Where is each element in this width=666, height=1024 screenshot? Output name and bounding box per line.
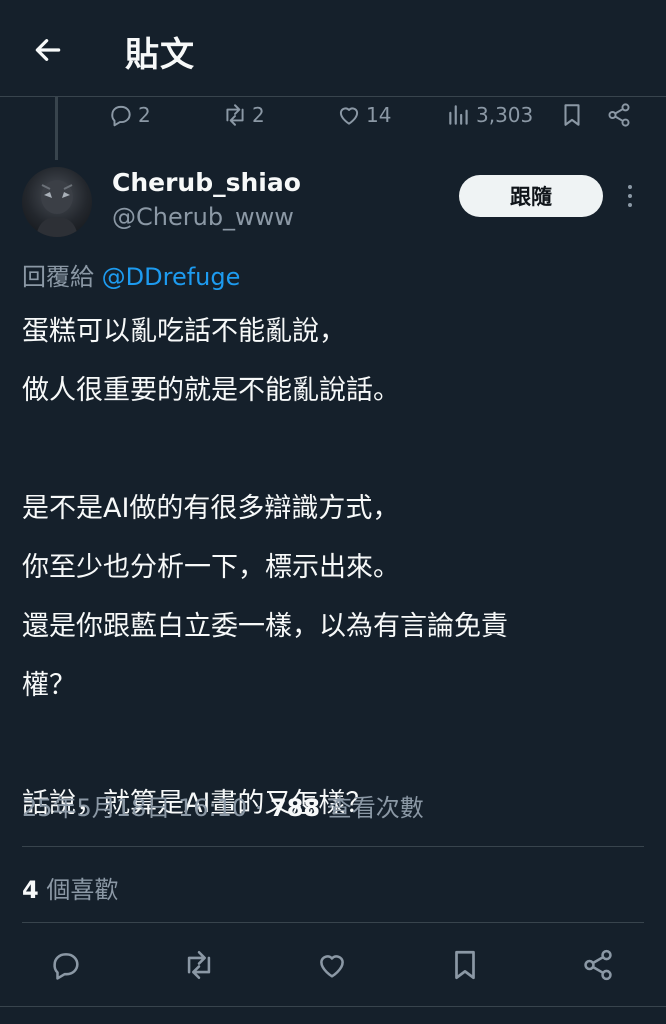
tweet-meta: 25年5月18日 16:10 · 788 查看次數 (22, 788, 424, 823)
prev-bookmark-button[interactable] (559, 102, 585, 128)
share-icon (584, 949, 612, 981)
divider (22, 922, 644, 923)
more-icon[interactable] (618, 180, 642, 212)
like-icon (320, 955, 344, 978)
reply-to-mention[interactable]: @DDrefuge (102, 263, 241, 291)
share-button[interactable] (579, 946, 617, 984)
tweet-line: 你至少也分析一下，標示出來。 (22, 552, 400, 583)
tweet-line: 還是你跟藍白立委一樣，以為有言論免責 (22, 611, 508, 642)
tweet-line: 蛋糕可以亂吃話不能亂說， (22, 316, 346, 347)
tweet-line: 是不是AI做的有很多辯識方式， (22, 493, 400, 524)
views-label: 查看次數 (320, 794, 424, 822)
prev-like-button[interactable]: 14 (336, 102, 391, 128)
back-arrow-icon[interactable] (30, 32, 66, 68)
prev-views-button[interactable]: 3,303 (446, 102, 533, 128)
prev-like-count: 14 (366, 103, 392, 127)
author-display-name[interactable]: Cherub_shiao (112, 168, 301, 197)
retweet-icon (226, 104, 244, 126)
divider (22, 846, 644, 847)
follow-button[interactable]: 跟隨 (459, 175, 603, 217)
retweet-icon (187, 950, 211, 980)
prev-share-button[interactable] (606, 102, 632, 128)
meta-separator: · (247, 794, 271, 822)
views-icon (449, 105, 468, 125)
share-icon (608, 103, 630, 127)
reply-icon (111, 105, 131, 127)
tweet-line: 做人很重要的就是不能亂說話。 (22, 375, 400, 406)
like-button[interactable] (313, 946, 351, 984)
prev-reply-count: 2 (138, 103, 151, 127)
likes-count: 4 (22, 876, 39, 904)
tweet-text: 蛋糕可以亂吃話不能亂說， 做人很重要的就是不能亂說話。 是不是AI做的有很多辯識… (22, 302, 632, 833)
likes-summary[interactable]: 4 個喜歡 (22, 870, 118, 905)
prev-views-count: 3,303 (476, 103, 534, 127)
like-icon (339, 107, 359, 125)
tweet-action-bar (0, 942, 666, 988)
prev-reply-button[interactable]: 2 (108, 102, 151, 128)
tweet-timestamp[interactable]: 25年5月18日 16:10 (22, 794, 247, 822)
bookmark-icon (455, 950, 475, 980)
top-bar: 貼文 (0, 0, 666, 97)
prev-retweet-count: 2 (252, 103, 265, 127)
tweet-line: 權？ (22, 670, 76, 701)
retweet-button[interactable] (180, 946, 218, 984)
bookmark-button[interactable] (446, 946, 484, 984)
avatar[interactable] (22, 167, 92, 237)
page-title: 貼文 (125, 35, 195, 75)
views-count: 788 (270, 794, 321, 822)
reply-to-line: 回覆給 @DDrefuge (22, 257, 240, 292)
likes-label: 個喜歡 (38, 876, 119, 904)
prev-retweet-button[interactable]: 2 (222, 102, 265, 128)
reply-to-prefix: 回覆給 (22, 263, 94, 291)
reply-icon (53, 953, 79, 980)
bookmark-icon (564, 104, 580, 126)
divider (0, 1006, 666, 1007)
author-handle[interactable]: @Cherub_www (112, 203, 294, 231)
reply-button[interactable] (47, 946, 85, 984)
previous-tweet-actions: 2 2 14 3,303 (0, 98, 666, 134)
